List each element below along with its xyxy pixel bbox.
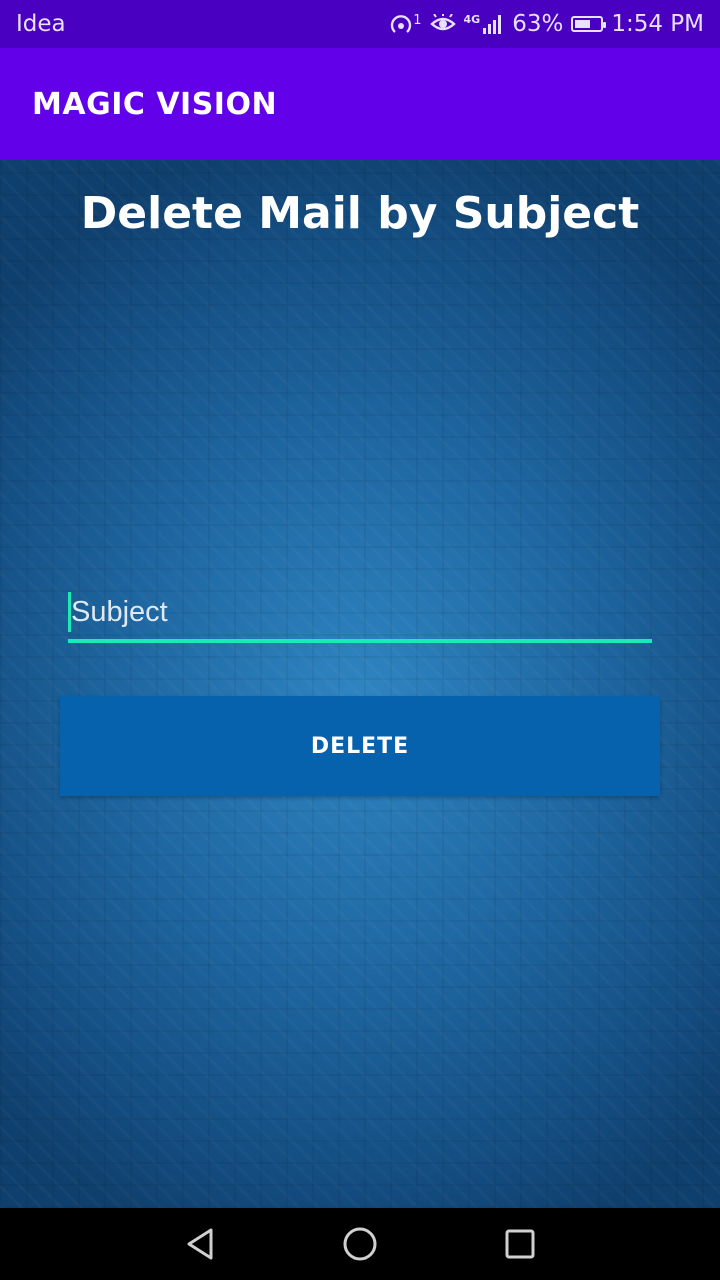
background-pattern — [0, 160, 720, 1208]
signal-icon: 4G — [464, 14, 505, 34]
hotspot-count: 1 — [413, 13, 422, 28]
battery-level — [575, 20, 591, 28]
network-type-label: 4G — [463, 13, 481, 26]
battery-percent: 63% — [512, 11, 564, 37]
hotspot-icon: 1 — [389, 13, 422, 35]
screen: Idea 1 4G 63% 1:54 PM MAGIC VISION Delet… — [0, 0, 720, 1280]
clock: 1:54 PM — [611, 11, 704, 37]
back-icon[interactable] — [182, 1226, 218, 1262]
page-title: Delete Mail by Subject — [80, 188, 640, 239]
recents-icon[interactable] — [502, 1226, 538, 1262]
status-bar: Idea 1 4G 63% 1:54 PM — [0, 0, 720, 48]
eye-comfort-icon — [429, 14, 456, 34]
carrier-label: Idea — [16, 11, 66, 37]
subject-placeholder: Subject — [71, 595, 168, 628]
delete-button[interactable]: DELETE — [60, 696, 660, 796]
main-content: Delete Mail by Subject Subject DELETE — [0, 160, 720, 1208]
home-icon[interactable] — [342, 1226, 378, 1262]
app-bar: MAGIC VISION — [0, 48, 720, 160]
navigation-bar — [0, 1208, 720, 1280]
app-title: MAGIC VISION — [32, 86, 278, 122]
subject-input[interactable]: Subject — [68, 585, 652, 643]
battery-icon — [571, 16, 607, 32]
